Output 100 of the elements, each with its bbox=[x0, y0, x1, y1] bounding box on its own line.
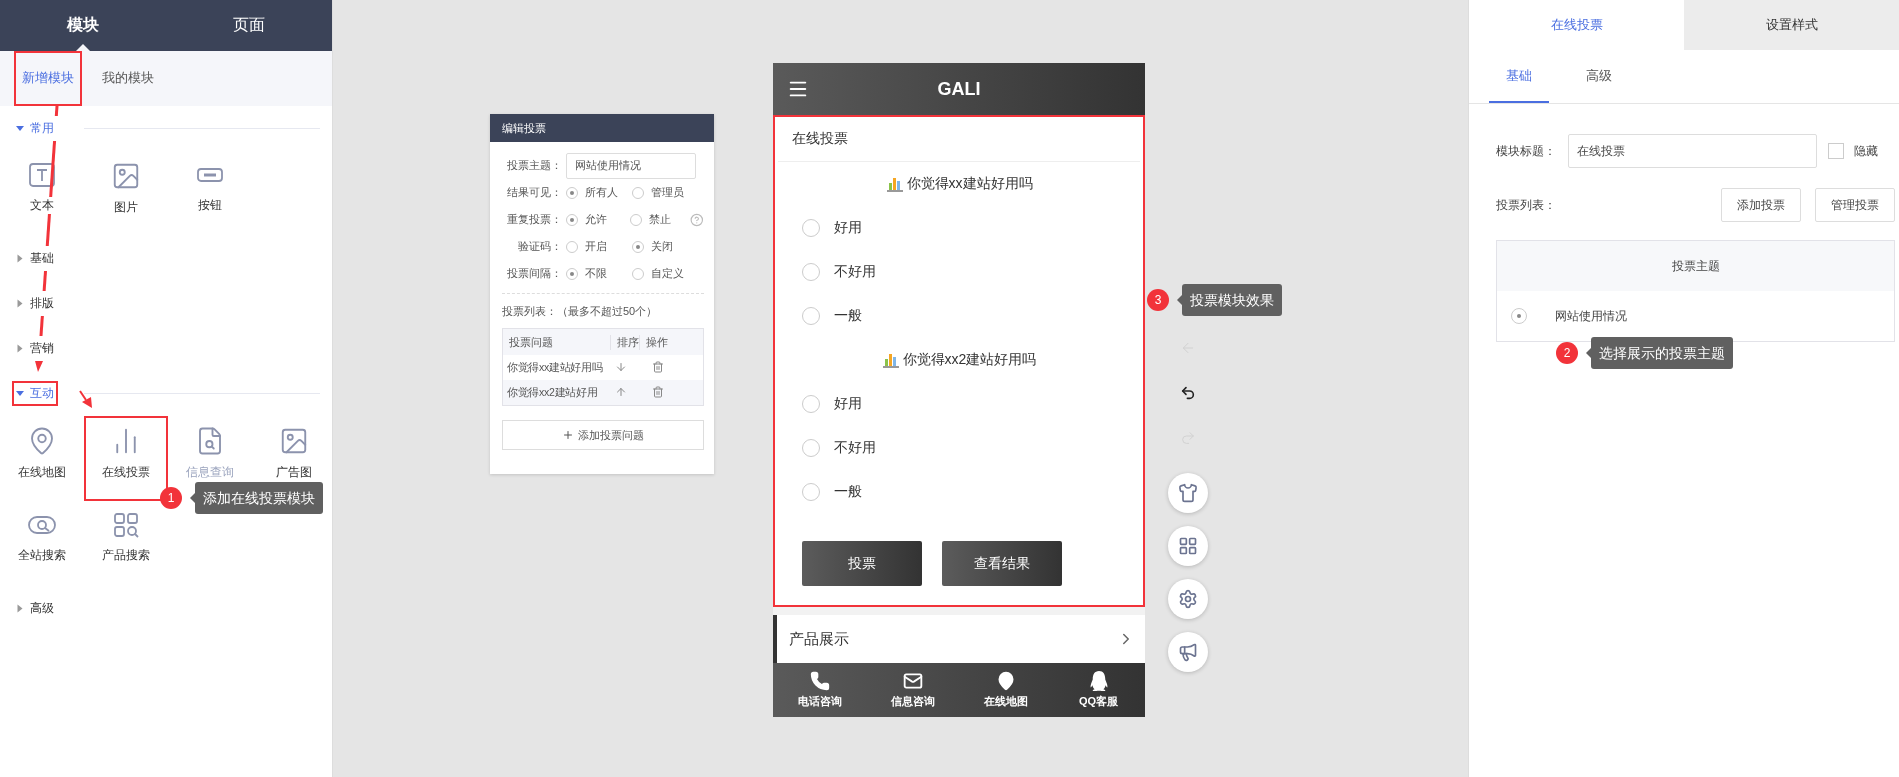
category-header[interactable]: 互动 bbox=[12, 381, 58, 406]
radio-button[interactable] bbox=[566, 186, 578, 199]
radio-button[interactable] bbox=[632, 186, 644, 199]
site-title: GALI bbox=[936, 78, 982, 100]
settings-icon bbox=[1178, 589, 1198, 609]
radio-button[interactable] bbox=[632, 267, 644, 280]
radio-label: 管理员 bbox=[651, 185, 684, 200]
tool-button[interactable] bbox=[1168, 526, 1208, 566]
hide-checkbox[interactable] bbox=[1828, 143, 1844, 159]
radio-button[interactable] bbox=[566, 267, 578, 280]
nav-item[interactable]: QQ客服 bbox=[1052, 663, 1145, 717]
option-label: 不好用 bbox=[834, 263, 876, 281]
sidebar-tab[interactable]: 模块 bbox=[0, 0, 166, 51]
module-item[interactable]: 在线地图 bbox=[0, 416, 84, 501]
option-label: 一般 bbox=[834, 307, 862, 325]
vote-action-button[interactable]: 投票 bbox=[802, 541, 922, 586]
help-icon[interactable] bbox=[690, 212, 704, 227]
tool-button[interactable] bbox=[1168, 473, 1208, 513]
module-label: 信息查询 bbox=[186, 464, 234, 481]
module-tab[interactable]: 我的模块 bbox=[94, 51, 162, 106]
vote-list-button[interactable]: 管理投票 bbox=[1815, 188, 1895, 222]
radio-label: 禁止 bbox=[649, 212, 672, 227]
delete-icon[interactable] bbox=[652, 385, 664, 398]
arrow-down-icon[interactable] bbox=[615, 360, 627, 373]
radio-button[interactable] bbox=[802, 219, 820, 237]
annotation-tooltip: 投票模块效果 bbox=[1182, 284, 1282, 316]
radio-label: 关闭 bbox=[651, 239, 673, 254]
settings-tab[interactable]: 基础 bbox=[1489, 50, 1549, 103]
radio-button[interactable] bbox=[802, 307, 820, 325]
module-tab[interactable]: 新增模块 bbox=[14, 51, 82, 106]
annotation-tooltip: 选择展示的投票主题 bbox=[1591, 337, 1733, 369]
grid-icon bbox=[1178, 536, 1198, 556]
field-label: 投票主题： bbox=[506, 158, 562, 173]
module-item[interactable]: 图片 bbox=[84, 151, 168, 236]
nav-item[interactable]: 在线地图 bbox=[959, 663, 1052, 717]
sidebar-tab[interactable]: 页面 bbox=[166, 0, 332, 51]
module-label: 按钮 bbox=[198, 197, 222, 214]
tool-button[interactable] bbox=[1168, 579, 1208, 619]
tool-button[interactable] bbox=[1168, 632, 1208, 672]
module-label: 文本 bbox=[30, 197, 54, 214]
field-label: 验证码： bbox=[517, 239, 562, 254]
bar-chart-icon bbox=[885, 175, 904, 193]
topic-input[interactable]: 网站使用情况 bbox=[566, 152, 696, 179]
module-label: 图片 bbox=[114, 199, 138, 216]
column-header: 投票主题 bbox=[1671, 257, 1720, 275]
radio-button[interactable] bbox=[566, 240, 578, 253]
table-cell: 网站使用情况 bbox=[1555, 307, 1627, 325]
panel-tab[interactable]: 设置样式 bbox=[1684, 0, 1899, 50]
penguin-icon bbox=[1088, 671, 1109, 691]
module-label: 在线地图 bbox=[18, 464, 66, 481]
column-header: 操作 bbox=[645, 334, 669, 350]
section-row[interactable]: 产品展示 bbox=[773, 615, 1145, 663]
field-label: 投票列表： bbox=[1496, 196, 1557, 214]
radio-button[interactable] bbox=[630, 213, 643, 226]
radio-button[interactable] bbox=[1511, 308, 1527, 324]
field-label: 模块标题： bbox=[1496, 142, 1557, 160]
megaphone-icon bbox=[1178, 642, 1198, 662]
radio-label: 自定义 bbox=[651, 266, 684, 281]
mail-icon bbox=[902, 671, 923, 691]
radio-button[interactable] bbox=[802, 439, 820, 457]
nav-item[interactable]: 电话咨询 bbox=[773, 663, 866, 717]
image-icon bbox=[279, 426, 309, 456]
module-label: 全站搜索 bbox=[18, 547, 66, 564]
arrow-up-icon[interactable] bbox=[615, 385, 627, 398]
field-label: 投票间隔： bbox=[506, 266, 562, 281]
nav-item[interactable]: 信息咨询 bbox=[866, 663, 959, 717]
section-title: 产品展示 bbox=[789, 629, 849, 649]
plus-icon bbox=[562, 429, 574, 441]
radio-label: 允许 bbox=[585, 212, 607, 227]
column-header: 排序 bbox=[611, 334, 640, 350]
bar-chart-icon bbox=[881, 351, 900, 369]
module-item[interactable]: 全站搜索 bbox=[0, 501, 84, 586]
table-cell-text: 你觉得xx2建站好用 bbox=[506, 385, 599, 400]
option-label: 好用 bbox=[834, 219, 862, 237]
module-title-input[interactable]: 在线投票 bbox=[1568, 134, 1817, 168]
annotation-arrow bbox=[79, 390, 92, 408]
delete-icon[interactable] bbox=[652, 360, 664, 373]
radio-button[interactable] bbox=[802, 395, 820, 413]
radio-label: 所有人 bbox=[585, 185, 618, 200]
vote-list-button[interactable]: 添加投票 bbox=[1721, 188, 1801, 222]
settings-tab[interactable]: 高级 bbox=[1569, 50, 1629, 103]
shirt-icon bbox=[1178, 483, 1198, 503]
option-label: 不好用 bbox=[834, 439, 876, 457]
module-label: 在线投票 bbox=[102, 464, 150, 481]
vote-action-button[interactable]: 查看结果 bbox=[942, 541, 1062, 586]
radio-button[interactable] bbox=[566, 213, 578, 226]
module-label: 产品搜索 bbox=[102, 547, 150, 564]
question-title: 你觉得xx建站好用吗 bbox=[906, 175, 1033, 193]
annotation-tooltip: 添加在线投票模块 bbox=[195, 482, 323, 514]
module-item[interactable]: 文本 bbox=[0, 151, 84, 236]
step-badge: 3 bbox=[1147, 289, 1169, 311]
question-title: 你觉得xx2建站好用吗 bbox=[902, 351, 1037, 369]
radio-button[interactable] bbox=[632, 240, 644, 253]
radio-button[interactable] bbox=[802, 483, 820, 501]
module-item[interactable]: 按钮 bbox=[168, 151, 252, 236]
radio-button[interactable] bbox=[802, 263, 820, 281]
add-question-button[interactable]: 添加投票问题 bbox=[502, 420, 704, 450]
option-label: 一般 bbox=[834, 483, 862, 501]
module-title: 在线投票 bbox=[778, 116, 1140, 162]
field-label: 结果可见： bbox=[506, 185, 562, 200]
